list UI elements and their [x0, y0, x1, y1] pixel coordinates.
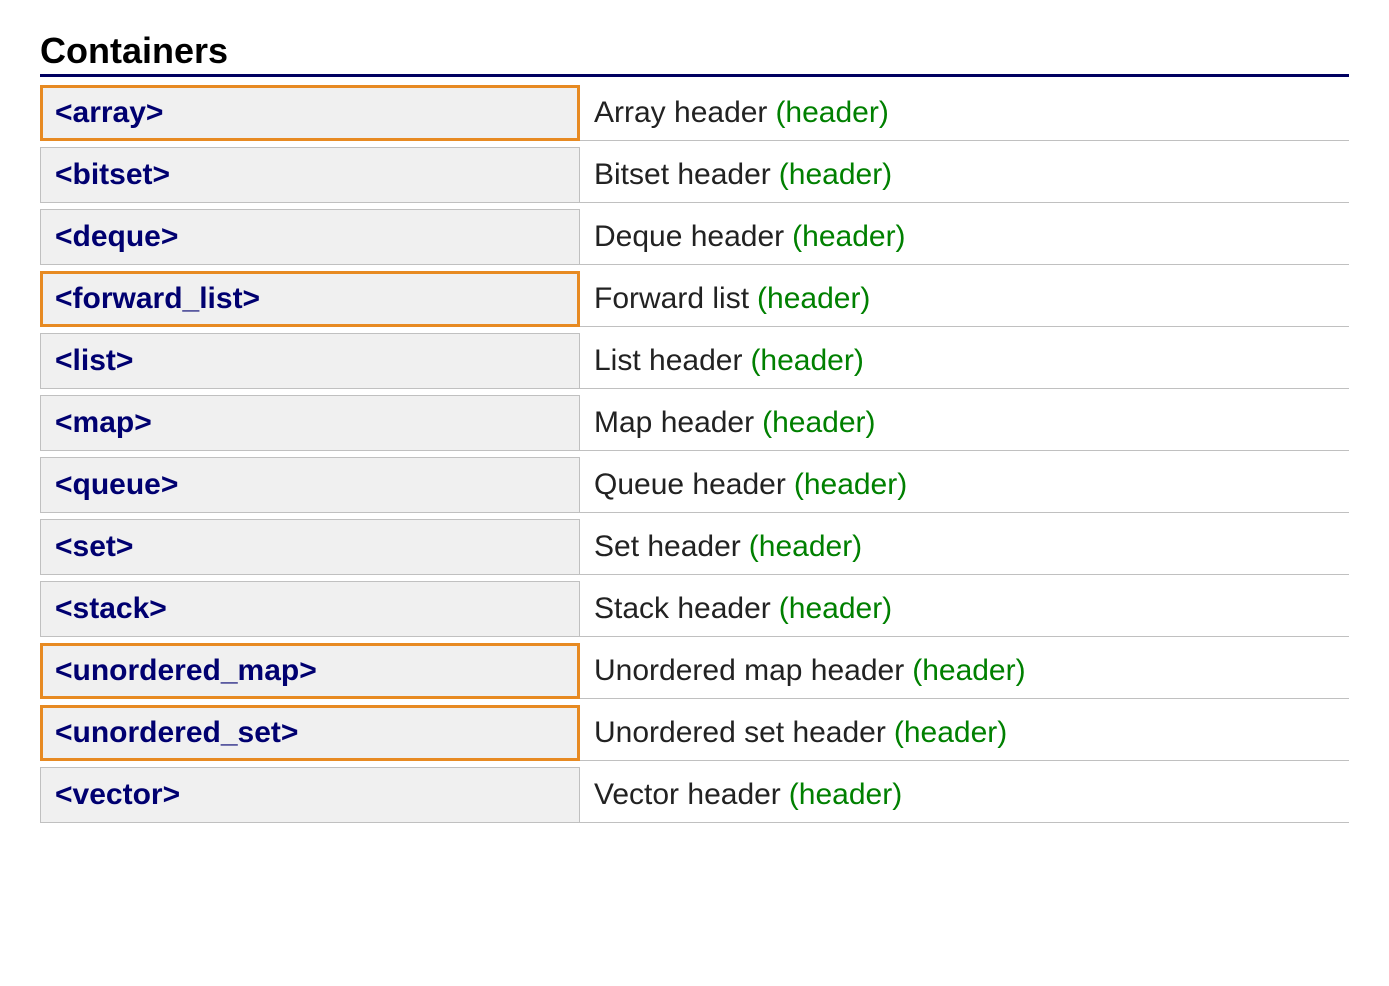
header-desc: Forward list [594, 282, 749, 316]
header-desc-cell: Unordered set header(header) [580, 705, 1349, 761]
header-desc: Map header [594, 406, 754, 440]
header-name-cell: <set> [40, 519, 580, 575]
table-row: <list> List header(header) [40, 333, 1349, 389]
type-tag: (header) [750, 344, 863, 378]
header-desc-cell: Bitset header(header) [580, 147, 1349, 203]
table-row: <unordered_map> Unordered map header(head… [40, 643, 1349, 699]
header-link[interactable]: <set> [55, 530, 133, 564]
header-link[interactable]: <deque> [55, 220, 178, 254]
header-name-cell: <queue> [40, 457, 580, 513]
type-tag: (header) [794, 468, 907, 502]
header-desc-cell: Vector header(header) [580, 767, 1349, 823]
type-tag: (header) [775, 96, 888, 130]
header-desc-cell: Unordered map header(header) [580, 643, 1349, 699]
header-link[interactable]: <array> [55, 96, 163, 130]
table-row: <bitset> Bitset header(header) [40, 147, 1349, 203]
type-tag: (header) [779, 158, 892, 192]
header-desc: Unordered map header [594, 654, 904, 688]
header-desc-cell: Stack header(header) [580, 581, 1349, 637]
header-desc: Bitset header [594, 158, 771, 192]
table-row: <forward_list> Forward list(header) [40, 271, 1349, 327]
table-row: <stack> Stack header(header) [40, 581, 1349, 637]
header-name-cell: <unordered_set> [40, 705, 580, 761]
header-desc: Queue header [594, 468, 786, 502]
containers-table: <array>Array header(header)<bitset>Bitse… [40, 85, 1349, 823]
table-row: <vector> Vector header(header) [40, 767, 1349, 823]
type-tag: (header) [894, 716, 1007, 750]
header-name-cell: <array> [40, 85, 580, 141]
type-tag: (header) [762, 406, 875, 440]
header-desc: Unordered set header [594, 716, 886, 750]
header-link[interactable]: <unordered_set> [55, 716, 298, 750]
header-link[interactable]: <bitset> [55, 158, 170, 192]
table-row: <queue> Queue header(header) [40, 457, 1349, 513]
type-tag: (header) [757, 282, 870, 316]
header-desc-cell: Forward list(header) [580, 271, 1349, 327]
type-tag: (header) [789, 778, 902, 812]
header-link[interactable]: <list> [55, 344, 133, 378]
header-desc: List header [594, 344, 742, 378]
type-tag: (header) [792, 220, 905, 254]
table-row: <map> Map header(header) [40, 395, 1349, 451]
header-name-cell: <bitset> [40, 147, 580, 203]
header-name-cell: <stack> [40, 581, 580, 637]
header-name-cell: <deque> [40, 209, 580, 265]
header-desc-cell: Deque header(header) [580, 209, 1349, 265]
table-row: <set> Set header(header) [40, 519, 1349, 575]
header-desc-cell: Array header(header) [580, 85, 1349, 141]
header-desc-cell: Map header(header) [580, 395, 1349, 451]
table-row: <array> Array header(header) [40, 85, 1349, 141]
header-desc-cell: Set header(header) [580, 519, 1349, 575]
header-desc: Array header [594, 96, 767, 130]
header-link[interactable]: <vector> [55, 778, 180, 812]
section-title: Containers [40, 30, 1349, 77]
type-tag: (header) [779, 592, 892, 626]
type-tag: (header) [912, 654, 1025, 688]
header-desc: Stack header [594, 592, 771, 626]
header-link[interactable]: <map> [55, 406, 152, 440]
header-desc: Vector header [594, 778, 781, 812]
header-desc: Deque header [594, 220, 784, 254]
header-name-cell: <vector> [40, 767, 580, 823]
header-link[interactable]: <unordered_map> [55, 654, 317, 688]
header-link[interactable]: <queue> [55, 468, 178, 502]
header-name-cell: <unordered_map> [40, 643, 580, 699]
header-link[interactable]: <forward_list> [55, 282, 260, 316]
header-desc-cell: Queue header(header) [580, 457, 1349, 513]
table-row: <deque> Deque header(header) [40, 209, 1349, 265]
header-name-cell: <list> [40, 333, 580, 389]
type-tag: (header) [749, 530, 862, 564]
header-name-cell: <map> [40, 395, 580, 451]
header-desc: Set header [594, 530, 741, 564]
header-link[interactable]: <stack> [55, 592, 167, 626]
table-row: <unordered_set> Unordered set header(head… [40, 705, 1349, 761]
header-name-cell: <forward_list> [40, 271, 580, 327]
header-desc-cell: List header(header) [580, 333, 1349, 389]
